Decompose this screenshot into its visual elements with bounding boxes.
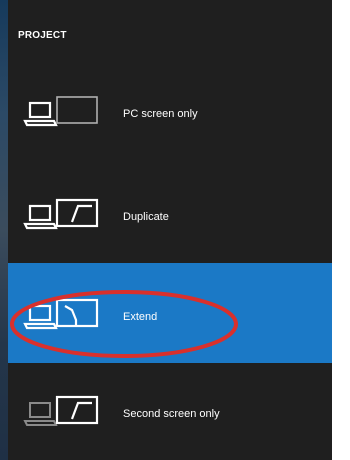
project-panel: PROJECT PC screen only Duplicate Extend … — [8, 0, 332, 460]
panel-title: PROJECT — [18, 30, 67, 41]
extend-icon — [23, 298, 99, 330]
screenshot-stage: PROJECT PC screen only Duplicate Extend … — [0, 0, 350, 460]
option-label: Duplicate — [123, 211, 169, 223]
pc-screen-only-icon — [23, 96, 98, 127]
duplicate-icon — [23, 198, 99, 230]
option-pc-screen-only[interactable]: PC screen only — [8, 63, 332, 163]
option-label: Second screen only — [123, 408, 220, 420]
desktop-background-strip — [0, 0, 8, 460]
option-label: Extend — [123, 311, 158, 323]
option-label: PC screen only — [123, 108, 198, 120]
option-second-screen-only[interactable]: Second screen only — [8, 363, 332, 460]
option-extend[interactable]: Extend — [8, 263, 332, 363]
second-screen-only-icon — [23, 395, 99, 426]
option-duplicate[interactable]: Duplicate — [8, 163, 332, 263]
